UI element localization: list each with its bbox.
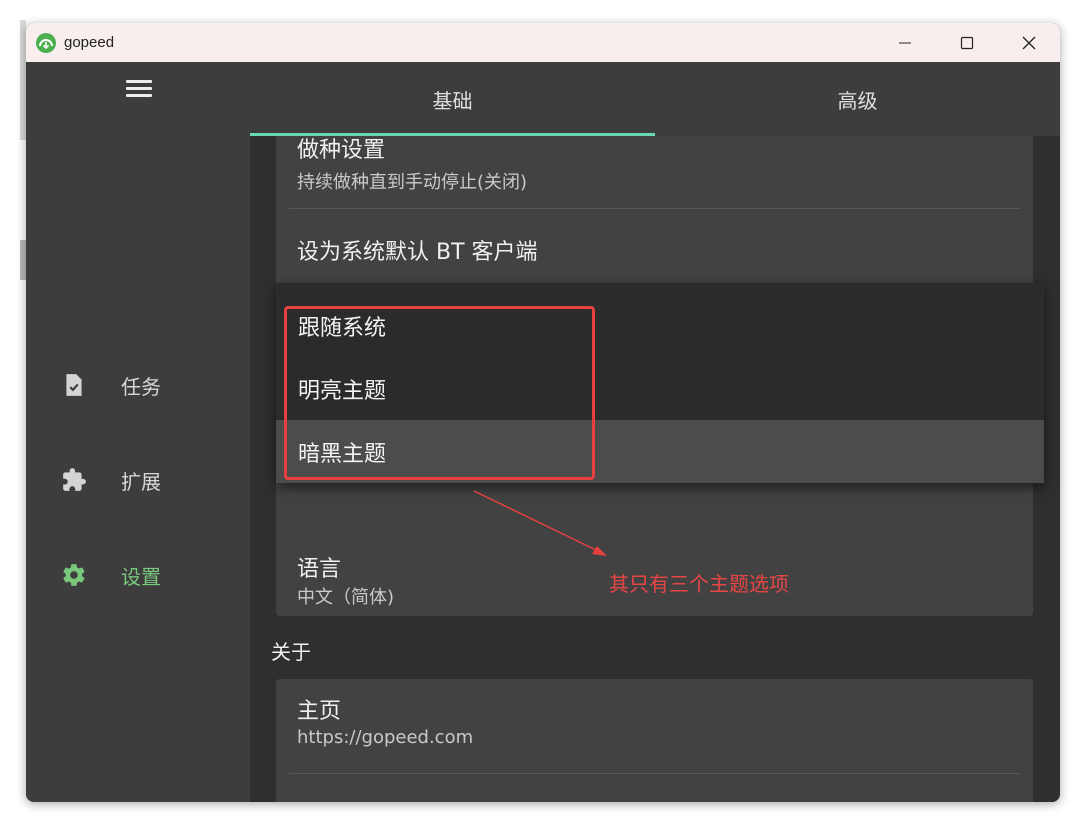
annotation-text: 其只有三个主题选项 — [609, 572, 789, 596]
annotation-arrow-icon — [473, 490, 607, 556]
